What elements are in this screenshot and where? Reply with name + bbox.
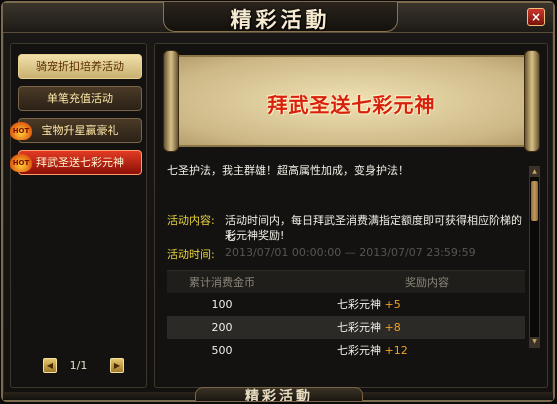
reward-name: 七彩元神 (337, 298, 381, 311)
row-amount: 100 (211, 298, 233, 311)
activity-item-label: 宝物升星赢豪礼 (41, 124, 119, 137)
activity-detail-panel: 拜武圣送七彩元神 七圣护法，我主群雄！超高属性加成，变身护法！ 活动内容: 活动… (154, 43, 548, 388)
content-text-line-2: 彩元神奖励! (225, 229, 285, 242)
time-value: 2013/07/01 00:00:00 — 2013/07/07 23:59:5… (225, 246, 476, 259)
activity-item-single-recharge[interactable]: 单笔充值活动 (18, 86, 142, 111)
close-button[interactable]: × (527, 8, 545, 26)
activity-item-wusheng-spirit[interactable]: HOT 拜武圣送七彩元神 (10, 150, 142, 175)
bottom-title: 精彩活動 (245, 389, 313, 401)
scroll-rod-left-icon (163, 50, 179, 152)
pager: ◀ 1/1 ▶ (11, 357, 146, 375)
scroll-up-icon[interactable]: ▲ (530, 167, 539, 177)
reward-bonus: +12 (384, 344, 408, 357)
row-amount: 200 (211, 321, 233, 334)
scroll-down-icon[interactable]: ▼ (530, 337, 539, 347)
header-reward: 奖励内容 (405, 276, 449, 289)
activity-item-label: 拜武圣送七彩元神 (36, 156, 124, 169)
scroll-banner: 拜武圣送七彩元神 (163, 50, 540, 152)
bottom-bar: 精彩活動 (3, 387, 553, 401)
content-scrollbar[interactable]: ▲ ▼ (529, 166, 540, 348)
title-plate: 精彩活動 (163, 2, 398, 32)
activities-window: 精彩活動 × 骑宠折扣培养活动 单笔充值活动 HOT 宝物升星赢豪礼 HOT 拜… (1, 1, 555, 402)
activity-item-treasure-star[interactable]: HOT 宝物升星赢豪礼 (10, 118, 142, 143)
reward-bonus: +8 (384, 321, 401, 334)
reward-bonus: +5 (384, 298, 401, 311)
activity-content: 七圣护法，我主群雄！超高属性加成，变身护法！ 活动内容: 活动时间内，每日拜武圣… (165, 160, 525, 380)
title-bar: 精彩活動 × (3, 2, 553, 33)
table-row: 500 七彩元神 +12 (167, 339, 525, 362)
window-title: 精彩活動 (230, 7, 331, 32)
next-page-button[interactable]: ▶ (110, 358, 124, 373)
time-label: 活动时间: (167, 248, 215, 261)
hot-badge-icon: HOT (10, 122, 32, 140)
reward-table: 累计消费金币 奖励内容 100 七彩元神 +5 200 七彩元神 +8 500 … (167, 270, 525, 362)
activity-item-label: 单笔充值活动 (47, 92, 113, 105)
table-row: 200 七彩元神 +8 (167, 316, 525, 339)
reward-name: 七彩元神 (337, 321, 381, 334)
activity-description: 七圣护法，我主群雄！超高属性加成，变身护法！ (167, 164, 409, 177)
bottom-plate: 精彩活動 (195, 387, 363, 401)
header-amount: 累计消费金币 (189, 276, 255, 289)
activity-list-panel: 骑宠折扣培养活动 单笔充值活动 HOT 宝物升星赢豪礼 HOT 拜武圣送七彩元神… (10, 43, 147, 388)
page-indicator: 1/1 (69, 359, 88, 372)
banner-title: 拜武圣送七彩元神 (267, 93, 436, 117)
row-amount: 500 (211, 344, 233, 357)
reward-table-header: 累计消费金币 奖励内容 (167, 270, 525, 293)
content-label: 活动内容: (167, 214, 215, 227)
activity-item-label: 骑宠折扣培养活动 (36, 60, 124, 73)
scroll-paper: 拜武圣送七彩元神 (175, 55, 528, 147)
scroll-rod-right-icon (524, 50, 540, 152)
table-row: 100 七彩元神 +5 (167, 293, 525, 316)
scrollbar-thumb[interactable] (531, 181, 538, 221)
activity-item-mount-discount[interactable]: 骑宠折扣培养活动 (18, 54, 142, 79)
hot-badge-icon: HOT (10, 154, 32, 172)
reward-name: 七彩元神 (337, 344, 381, 357)
